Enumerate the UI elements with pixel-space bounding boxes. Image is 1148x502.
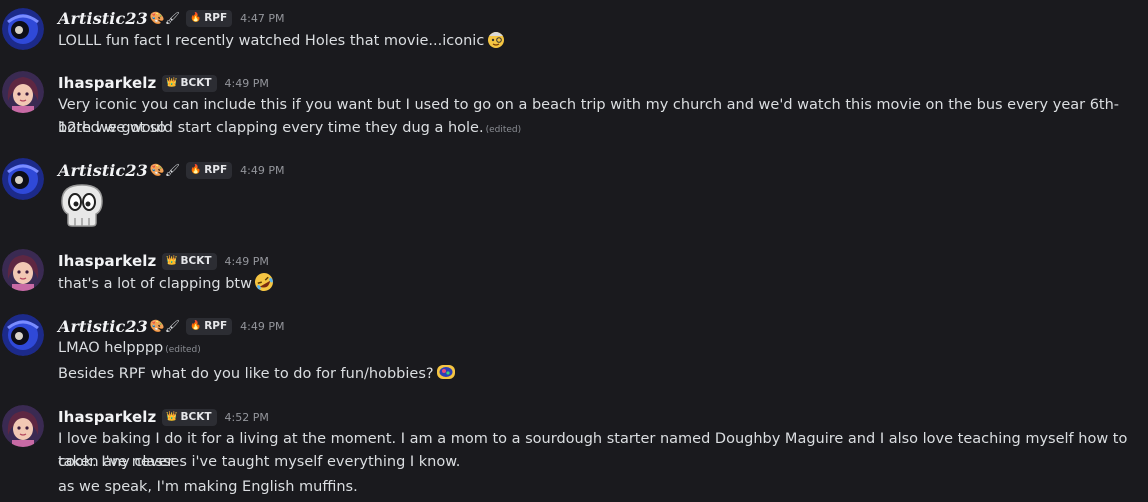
face-with-monocle-emoji-icon [486,29,506,49]
role-tag[interactable]: 👑 BCKT [162,252,217,270]
role-tag[interactable]: 👑 BCKT [162,408,217,426]
timestamp[interactable]: 4:49 PM [240,320,284,333]
chat-message-list: Artistic23 🎨🖌 🔥 RPF 4:47 PM LOLLL fun fac… [0,0,1148,502]
username[interactable]: Artistic23 [58,9,148,28]
avatar[interactable] [2,71,44,113]
role-tag-label: RPF [204,12,228,24]
avatar[interactable] [2,405,44,447]
message-text: bored we would start clapping every time… [58,120,522,136]
timestamp[interactable]: 4:49 PM [225,255,269,268]
message-text: LMAO helpppp (edited) [58,340,201,356]
username[interactable]: Ihasparkelz [58,408,156,426]
username[interactable]: Artistic23 [58,161,148,180]
crown-icon: 👑 [166,411,178,422]
message-text: Besides RPF what do you like to do for f… [58,362,1134,386]
message-text: as we speak, I'm making English muffins. [58,479,358,495]
role-tag[interactable]: 🔥 RPF [185,317,233,335]
username[interactable]: Artistic23 [58,317,148,336]
role-tag-label: BCKT [180,77,212,89]
timestamp[interactable]: 4:47 PM [240,12,284,25]
rolling-laughing-emoji-icon [254,272,274,292]
role-tag-label: BCKT [180,411,212,423]
username[interactable]: Ihasparkelz [58,74,156,92]
timestamp[interactable]: 4:49 PM [240,164,284,177]
custom-emoji-icon [436,362,456,382]
role-tag-label: RPF [204,320,228,332]
crown-icon: 👑 [166,77,178,88]
crown-icon: 👑 [166,255,178,266]
flame-icon: 🔥 [189,164,202,175]
avatar[interactable] [2,158,44,200]
timestamp[interactable]: 4:52 PM [225,411,269,424]
role-tag-label: BCKT [180,255,212,267]
message-text: LOLLL fun fact I recently watched Holes … [58,29,1134,53]
flame-icon: 🔥 [189,320,202,331]
edited-label[interactable]: (edited) [165,345,201,355]
name-decoration-icon: 🎨🖌 [149,163,180,177]
role-tag[interactable]: 🔥 RPF [185,161,233,179]
message-text: taken any classes i've taught myself eve… [58,454,461,470]
username[interactable]: Ihasparkelz [58,252,156,270]
avatar[interactable] [2,314,44,356]
avatar[interactable] [2,8,44,50]
avatar[interactable] [2,249,44,291]
role-tag[interactable]: 👑 BCKT [162,74,217,92]
flame-icon: 🔥 [189,12,202,23]
message-text: that's a lot of clapping btw [58,272,1134,296]
timestamp[interactable]: 4:49 PM [225,77,269,90]
edited-label[interactable]: (edited) [486,125,522,135]
role-tag[interactable]: 🔥 RPF [185,9,233,27]
name-decoration-icon: 🎨🖌 [149,11,180,25]
skull-emoji-icon[interactable] [58,181,106,229]
role-tag-label: RPF [204,164,228,176]
name-decoration-icon: 🎨🖌 [149,319,180,333]
